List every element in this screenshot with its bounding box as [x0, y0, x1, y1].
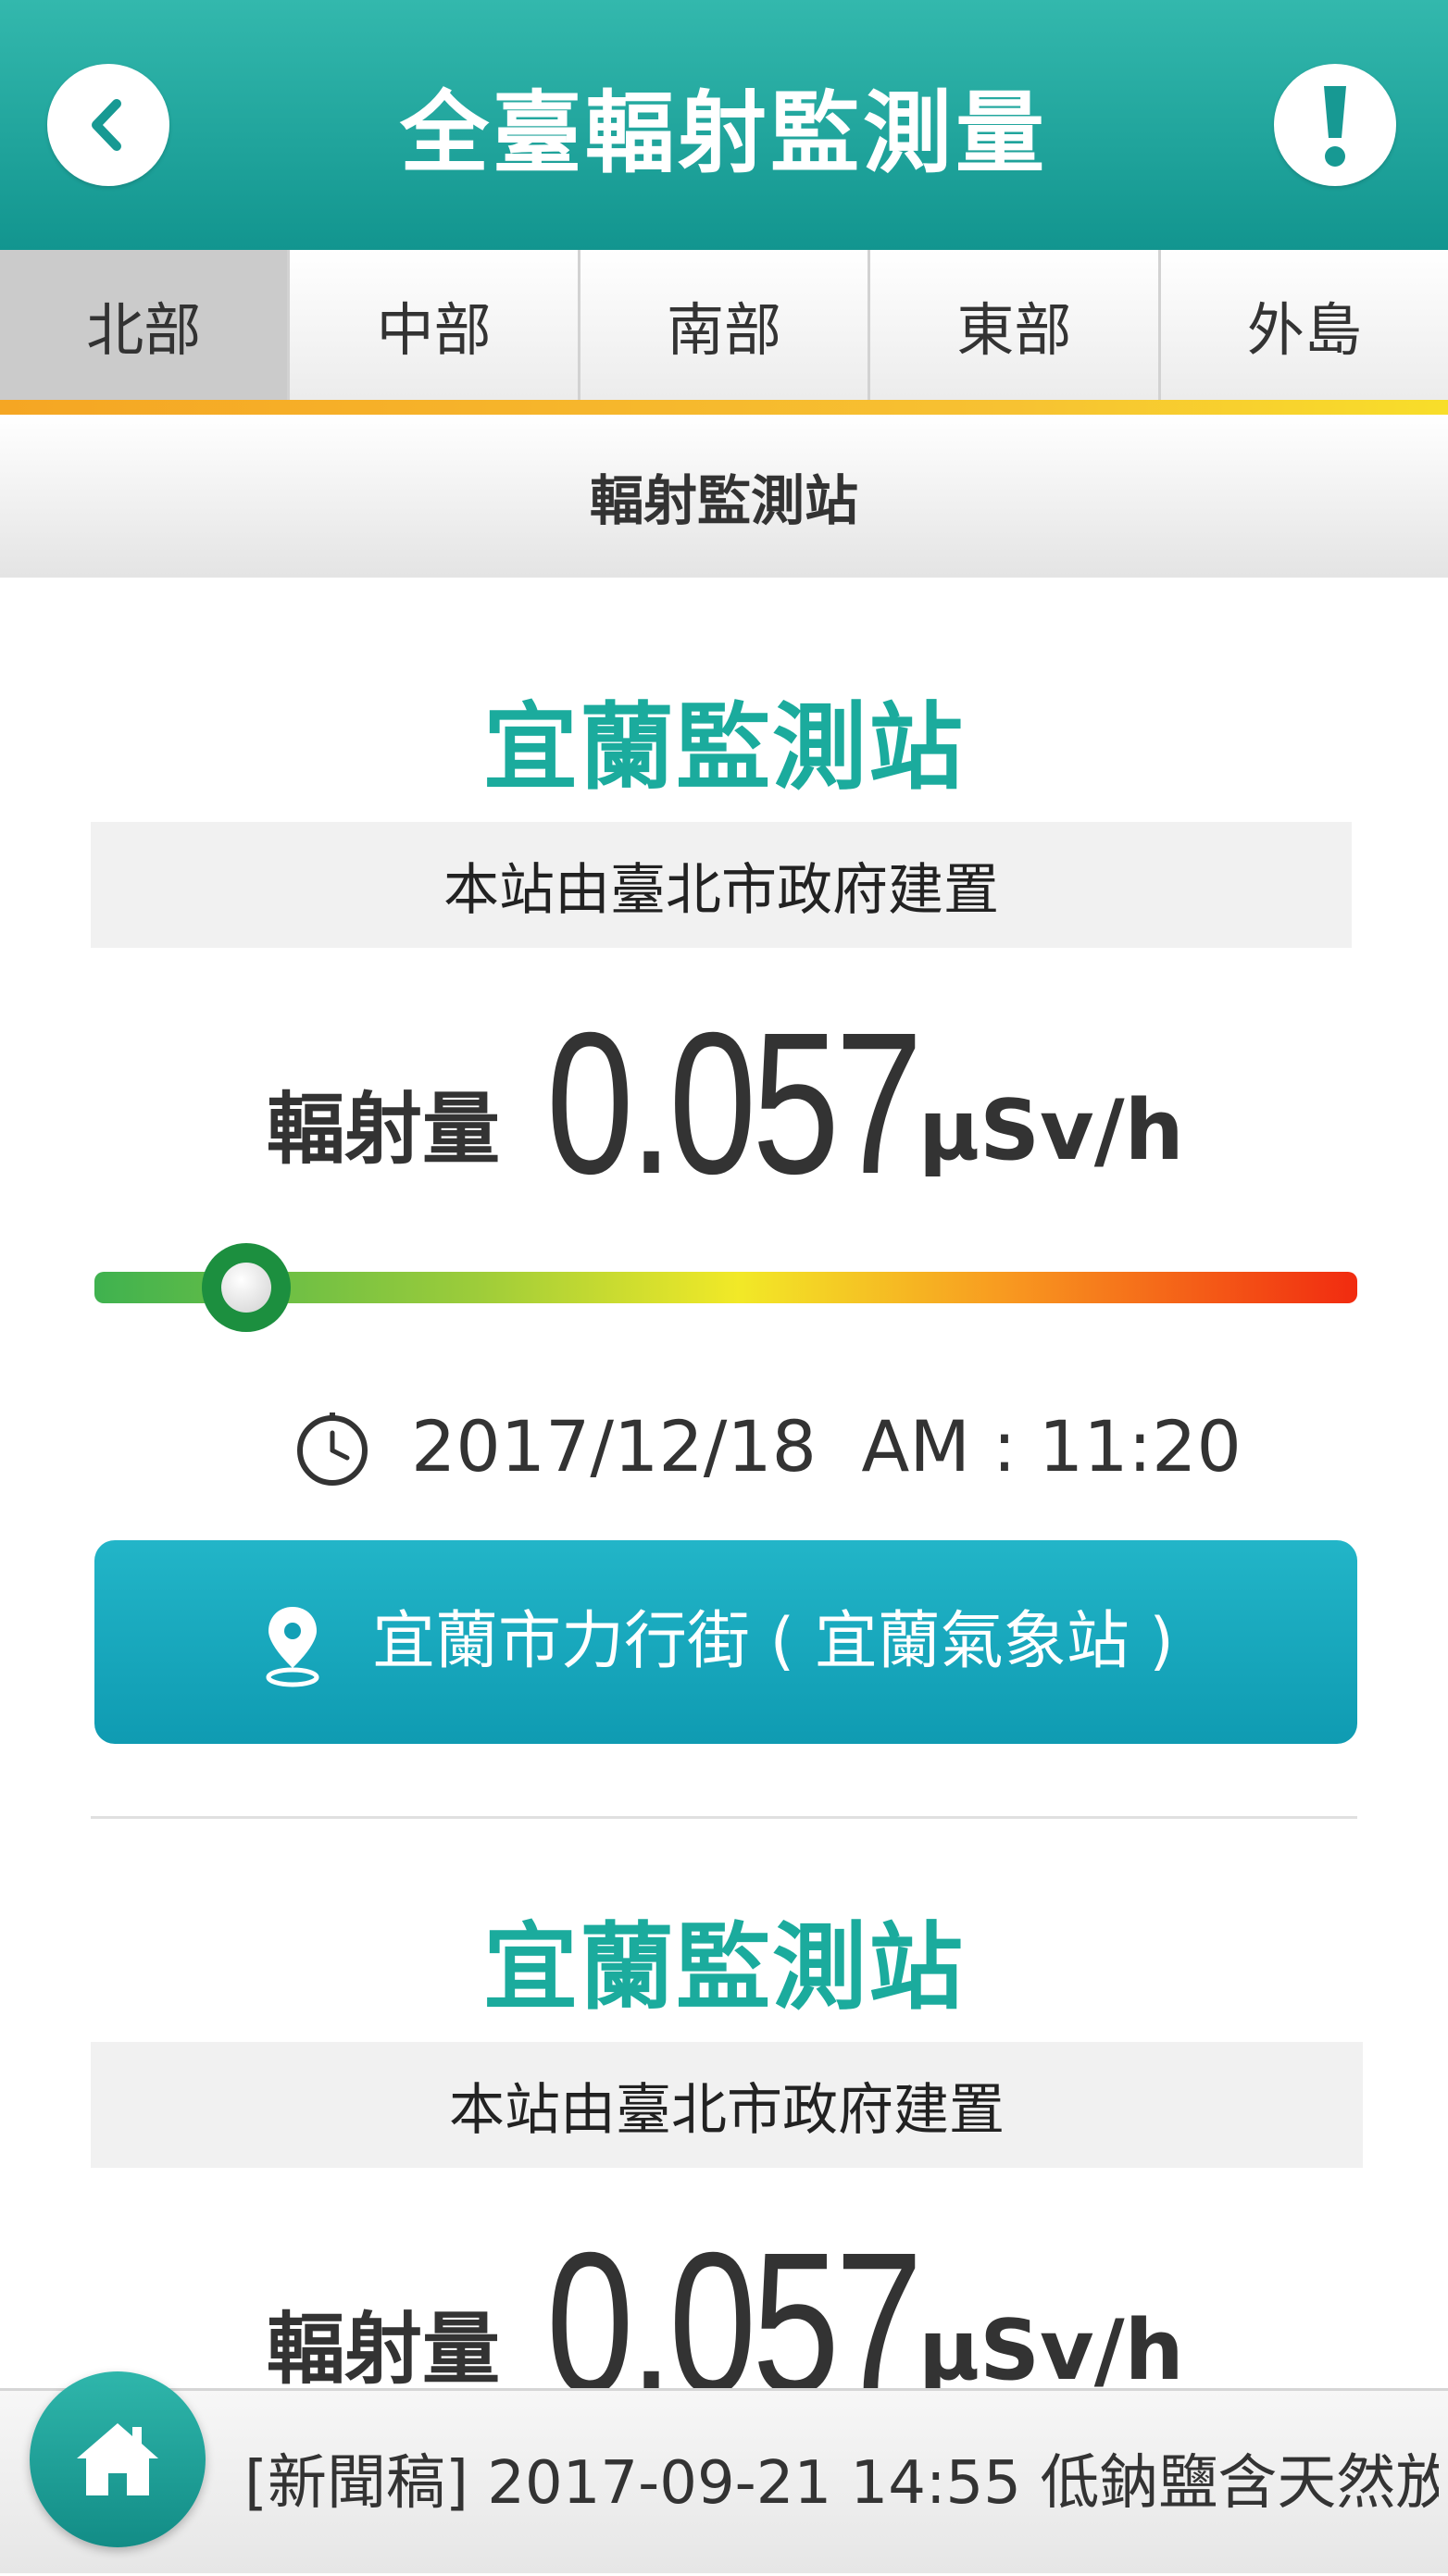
app-header: 全臺輻射監測量: [0, 0, 1448, 250]
tab-south[interactable]: 南部: [580, 250, 871, 400]
clock-icon: [297, 1412, 368, 1486]
news-ticker[interactable]: [新聞稿] 2017-09-21 14:55 低鈉鹽含天然放: [0, 2388, 1448, 2573]
radiation-reading: 輻射量 0.057 µSv/h: [0, 2220, 1448, 2425]
home-icon: [77, 2423, 158, 2495]
reading-label: 輻射量: [267, 2304, 501, 2395]
home-button[interactable]: [30, 2371, 206, 2547]
radiation-reading: 輻射量 0.057 µSv/h: [0, 1000, 1448, 1205]
location-text: 宜蘭市力行街 ( 宜蘭氣象站 ): [372, 1605, 1174, 1678]
info-button[interactable]: [1274, 64, 1396, 186]
news-ticker-text[interactable]: [新聞稿] 2017-09-21 14:55 低鈉鹽含天然放: [244, 2391, 1439, 2576]
station-name: 宜蘭監測站: [483, 693, 965, 803]
tab-underline: [0, 400, 1448, 415]
tab-central[interactable]: 中部: [290, 250, 580, 400]
reading-unit: µSv/h: [918, 2302, 1184, 2399]
region-tabs: 北部 中部 南部 東部 外島: [0, 250, 1448, 400]
tab-north[interactable]: 北部: [0, 250, 291, 400]
timestamp-text: 2017/12/18 AM : 11:20: [411, 1405, 1242, 1487]
station-location-button[interactable]: 宜蘭市力行街 ( 宜蘭氣象站 ): [94, 1540, 1357, 1744]
station-name: 宜蘭監測站: [483, 1913, 965, 2023]
station-builder-note: 本站由臺北市政府建置: [91, 822, 1352, 948]
tab-islands[interactable]: 外島: [1160, 250, 1448, 400]
tab-east[interactable]: 東部: [870, 250, 1161, 400]
gauge-indicator: [201, 1243, 291, 1332]
map-pin-icon: [266, 1607, 319, 1687]
reading-unit: µSv/h: [918, 1082, 1184, 1179]
station-divider: [91, 1816, 1357, 1819]
exclamation-icon: [1324, 86, 1346, 167]
page-title: 全臺輻射監測量: [400, 81, 1048, 185]
chevron-left-icon: [92, 99, 121, 151]
reading-label: 輻射量: [267, 1084, 501, 1175]
section-heading: 輻射監測站: [0, 415, 1448, 578]
station-builder-note: 本站由臺北市政府建置: [91, 2042, 1363, 2168]
reading-value: 0.057: [546, 991, 923, 1216]
back-button[interactable]: [47, 64, 169, 186]
measurement-time: 2017/12/18 AM : 11:20: [0, 1405, 1448, 1488]
gauge-indicator-center: [220, 1263, 271, 1313]
